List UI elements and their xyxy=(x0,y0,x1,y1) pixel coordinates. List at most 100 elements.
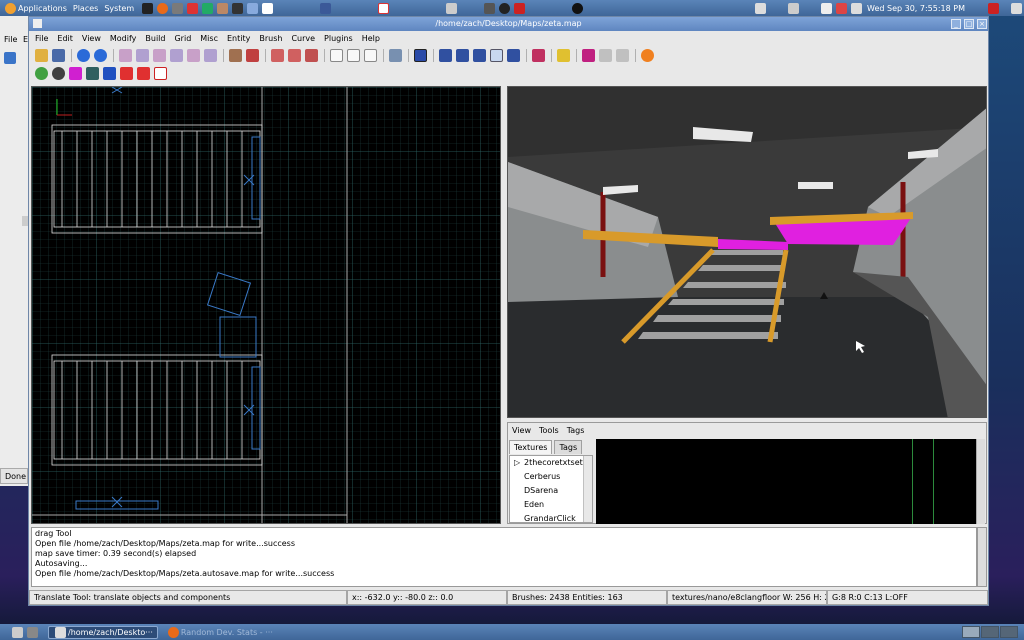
list-item[interactable]: ▷ 2thecoretxtset2 xyxy=(510,456,592,470)
color-icon[interactable] xyxy=(69,66,82,80)
user-switch-icon[interactable] xyxy=(988,2,999,14)
texture-list-scrollbar[interactable] xyxy=(583,456,592,522)
csg-merge-icon[interactable] xyxy=(288,48,301,62)
refresh-icon[interactable] xyxy=(35,66,48,80)
menu-entity[interactable]: Entity xyxy=(227,34,250,43)
task-firefox[interactable]: Random Dev. Stats - ··· xyxy=(161,626,278,639)
rotate-tool-icon[interactable] xyxy=(456,48,469,62)
firefox-icon[interactable] xyxy=(157,2,169,14)
console-scrollbar[interactable] xyxy=(977,527,987,587)
list-item[interactable]: Cerberus xyxy=(510,470,592,484)
clipper-icon[interactable] xyxy=(330,48,343,62)
guitar-icon[interactable] xyxy=(232,2,244,14)
workspace-3[interactable] xyxy=(1000,626,1018,638)
clock[interactable]: Wed Sep 30, 7:55:18 PM xyxy=(867,4,965,13)
system-menu[interactable]: System xyxy=(104,4,134,13)
resize-tool-icon[interactable] xyxy=(490,48,503,62)
arrow-split-icon[interactable] xyxy=(120,66,133,80)
tool-icon[interactable] xyxy=(484,2,496,14)
minimize-button[interactable]: _ xyxy=(951,19,961,29)
gmail-icon[interactable] xyxy=(378,2,390,14)
twitter-icon[interactable] xyxy=(262,2,274,14)
filezilla-icon[interactable] xyxy=(514,2,526,14)
texture-folder-list[interactable]: ▷ 2thecoretxtset2 Cerberus DSarena Eden … xyxy=(509,455,593,523)
menu-misc[interactable]: Misc xyxy=(200,34,218,43)
menu-brush[interactable]: Brush xyxy=(259,34,282,43)
spider-icon[interactable] xyxy=(572,2,584,14)
menu-help[interactable]: Help xyxy=(362,34,380,43)
menu-modify[interactable]: Modify xyxy=(110,34,137,43)
scale-tool-icon[interactable] xyxy=(473,48,486,62)
terminal-icon[interactable] xyxy=(142,2,154,14)
menu-grid[interactable]: Grid xyxy=(174,34,191,43)
close-button[interactable]: × xyxy=(977,19,987,29)
gimp-icon[interactable] xyxy=(217,2,229,14)
plugin-b-icon[interactable] xyxy=(582,48,595,62)
change-view-icon[interactable] xyxy=(347,48,360,62)
plugin-c-icon[interactable] xyxy=(599,48,612,62)
menu-file[interactable]: File xyxy=(35,34,48,43)
workspace-2[interactable] xyxy=(981,626,999,638)
tex-menu-tools[interactable]: Tools xyxy=(539,426,559,435)
clip-tool-icon[interactable] xyxy=(507,48,520,62)
window-menu-icon[interactable] xyxy=(33,19,42,28)
menu-curve[interactable]: Curve xyxy=(291,34,315,43)
task-radiant[interactable]: /home/zach/Deskto··· xyxy=(48,625,158,639)
flip-z-icon[interactable] xyxy=(187,48,200,62)
size-to-fit-icon[interactable] xyxy=(246,48,259,62)
steam-icon[interactable] xyxy=(499,2,511,14)
maximize-button[interactable]: □ xyxy=(964,19,974,29)
camera-icon[interactable] xyxy=(389,48,402,62)
tex-menu-view[interactable]: View xyxy=(512,426,531,435)
redo-icon[interactable] xyxy=(94,48,107,62)
plugin-d-icon[interactable] xyxy=(616,48,629,62)
back-arrow-icon[interactable] xyxy=(4,52,16,64)
open-icon[interactable] xyxy=(35,48,48,62)
flip-x-icon[interactable] xyxy=(119,48,132,62)
shutdown-icon[interactable] xyxy=(1011,2,1022,14)
csg-subtract-icon[interactable] xyxy=(271,48,284,62)
arrow-down-icon[interactable] xyxy=(103,66,116,80)
menu-edit[interactable]: Edit xyxy=(57,34,73,43)
weather-icon[interactable] xyxy=(821,2,833,14)
plugin-a-icon[interactable] xyxy=(557,48,570,62)
figure-icon[interactable] xyxy=(86,66,99,80)
select-tool-icon[interactable] xyxy=(414,48,427,62)
undo-icon[interactable] xyxy=(77,48,90,62)
reload-icon[interactable] xyxy=(52,66,65,80)
texture-preview-scrollbar[interactable] xyxy=(976,439,985,524)
rotate-x-icon[interactable] xyxy=(136,48,149,62)
editor-icon[interactable] xyxy=(187,2,199,14)
list-item[interactable]: GrandarClick xyxy=(510,512,592,522)
hollow-icon[interactable] xyxy=(305,48,318,62)
mail-notify-icon[interactable] xyxy=(836,2,848,14)
viewport-3d-camera[interactable] xyxy=(507,86,987,418)
complete-tall-icon[interactable] xyxy=(229,48,242,62)
texture-lock-icon[interactable] xyxy=(364,48,377,62)
window-titlebar[interactable]: /home/zach/Desktop/Maps/zeta.map _ □ × xyxy=(29,17,988,31)
tab-tags[interactable]: Tags xyxy=(554,440,583,454)
translate-tool-icon[interactable] xyxy=(439,48,452,62)
network-icon[interactable] xyxy=(755,2,767,14)
menu-view[interactable]: View xyxy=(82,34,101,43)
no-entry-icon[interactable] xyxy=(154,66,167,80)
printer-icon[interactable] xyxy=(446,2,458,14)
nautilus-icon[interactable] xyxy=(172,2,184,14)
save-icon[interactable] xyxy=(52,48,65,62)
show-desktop-icon[interactable] xyxy=(12,626,23,638)
battery-icon[interactable] xyxy=(788,2,800,14)
patch-tool-icon[interactable] xyxy=(532,48,545,62)
expander-arrow-icon[interactable]: ▷ xyxy=(514,458,520,467)
tex-menu-tags[interactable]: Tags xyxy=(567,426,585,435)
menu-plugins[interactable]: Plugins xyxy=(324,34,353,43)
viewport-2d[interactable] xyxy=(31,86,501,524)
arrow-merge-icon[interactable] xyxy=(137,66,150,80)
workspace-icon[interactable] xyxy=(27,626,38,638)
tab-textures[interactable]: Textures xyxy=(509,440,553,454)
texture-preview-area[interactable] xyxy=(596,439,976,524)
camera-render[interactable] xyxy=(508,87,987,418)
rotate-y-icon[interactable] xyxy=(170,48,183,62)
pidgin-icon[interactable] xyxy=(247,2,259,14)
bg-menu-file[interactable]: File xyxy=(4,35,17,44)
rotate-z-icon[interactable] xyxy=(204,48,217,62)
